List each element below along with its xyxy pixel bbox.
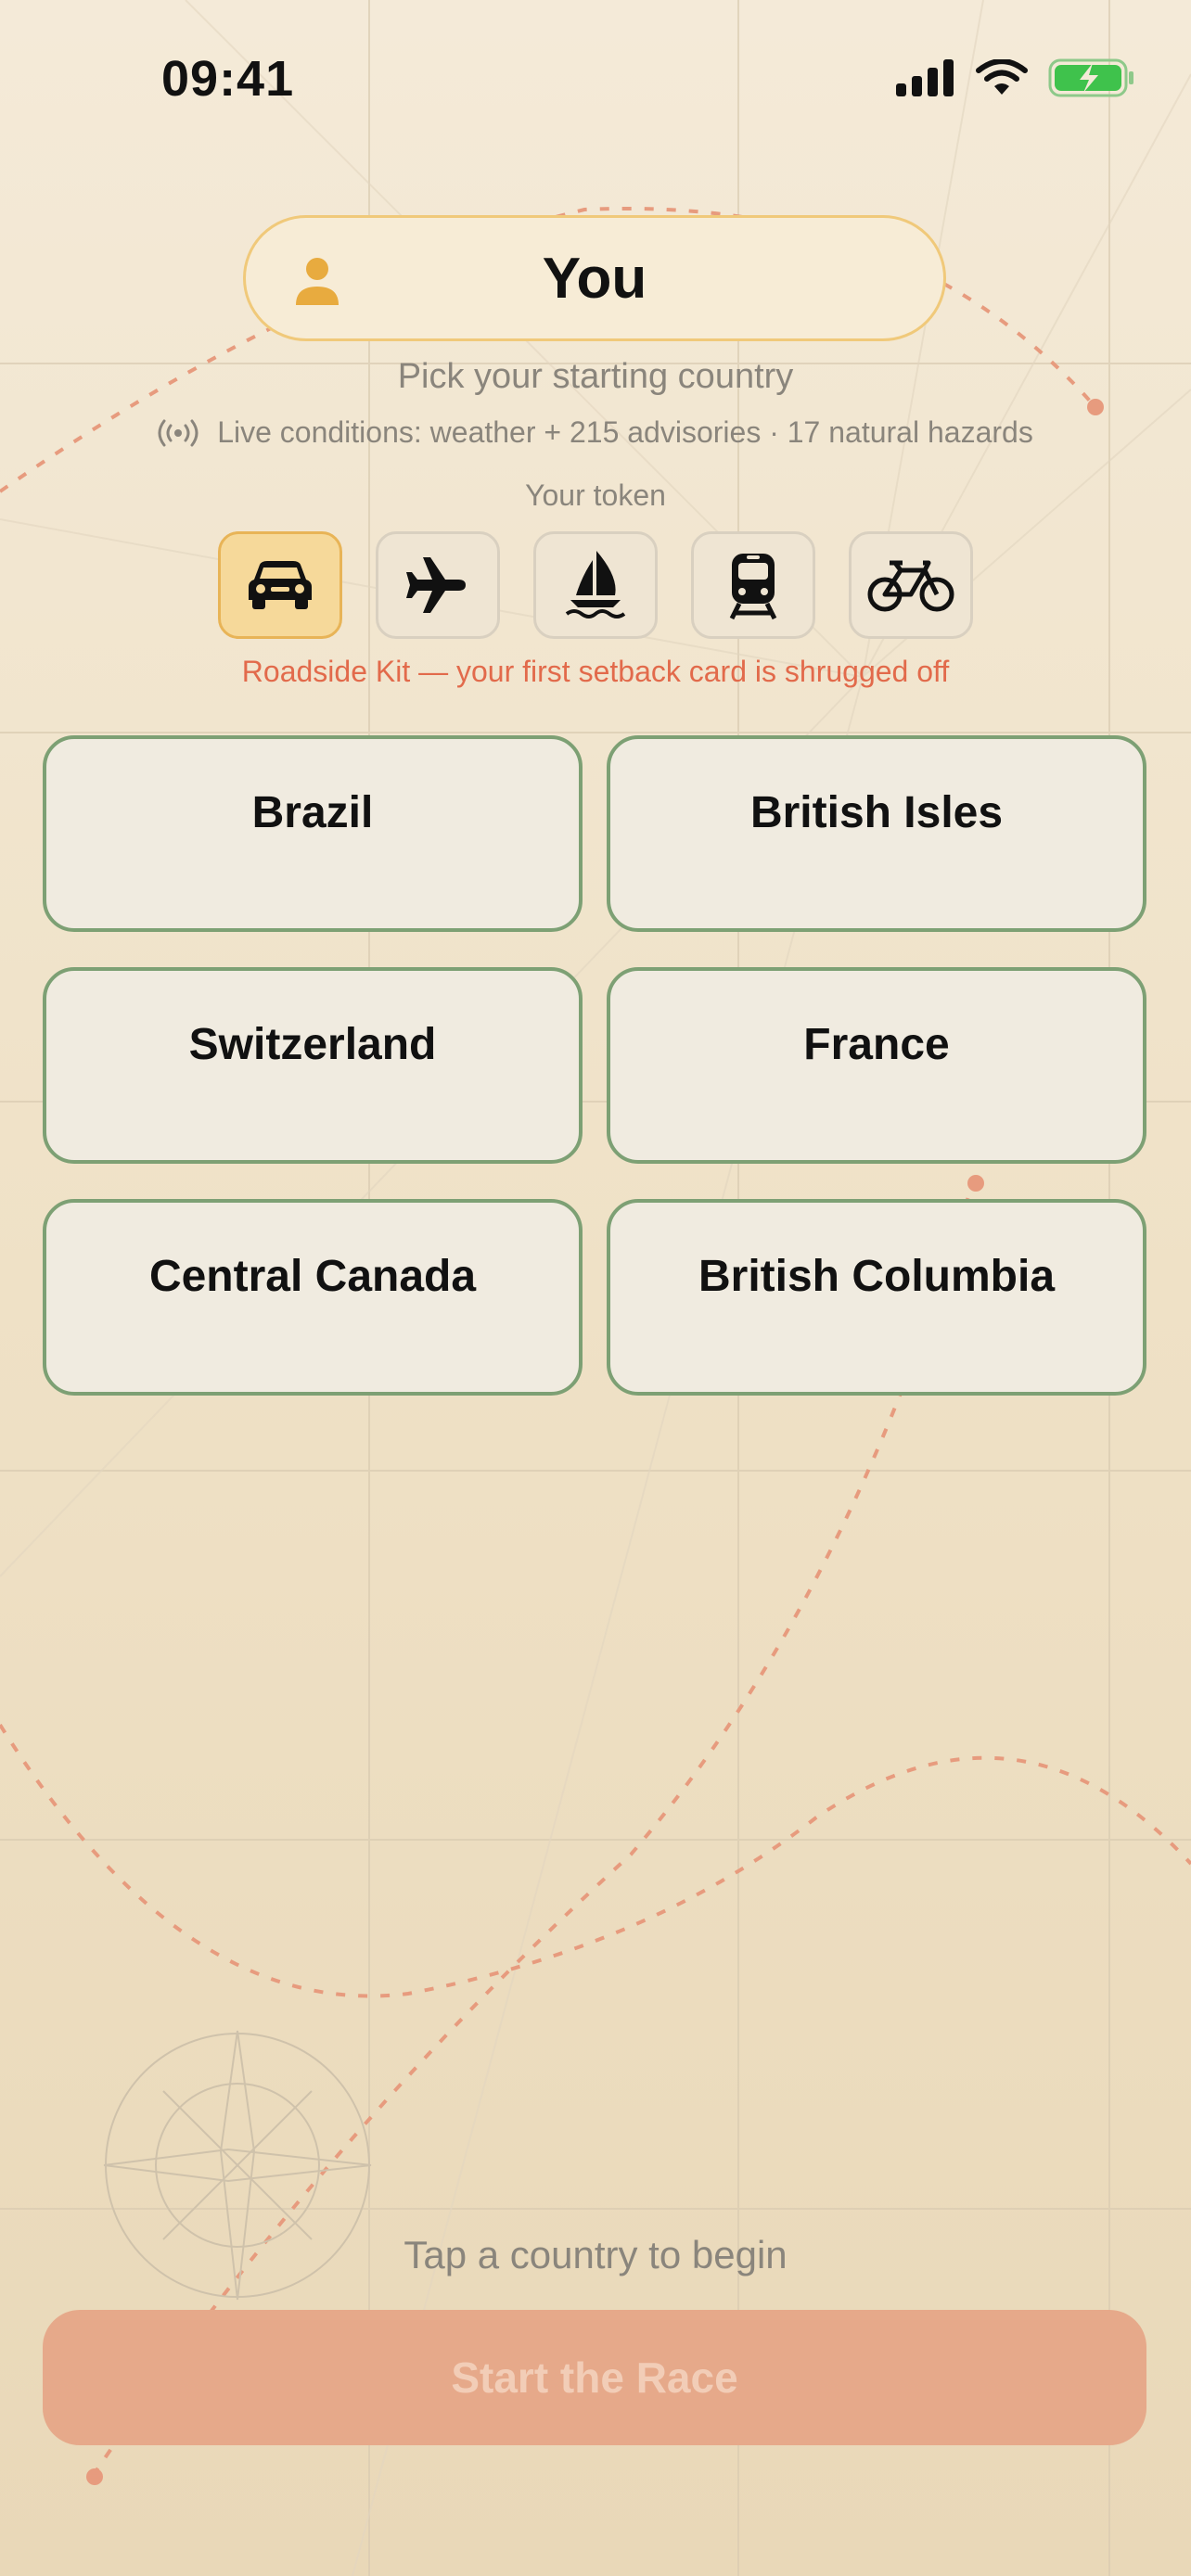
token-airplane[interactable] [376, 531, 500, 639]
train-icon [729, 554, 777, 620]
country-card-british-columbia[interactable]: British Columbia [607, 1199, 1146, 1396]
wifi-icon [976, 59, 1028, 95]
token-train[interactable] [691, 531, 815, 639]
airplane-icon [406, 557, 466, 613]
token-sailboat[interactable] [533, 531, 658, 639]
bicycle-icon [867, 560, 954, 612]
country-card-brazil[interactable]: Brazil [43, 735, 583, 932]
status-icons [896, 57, 1135, 98]
token-car[interactable] [218, 531, 342, 639]
token-bicycle[interactable] [849, 531, 973, 639]
signal-icon [896, 59, 954, 96]
broadcast-icon [158, 419, 198, 446]
person-icon [296, 258, 339, 305]
country-card-british-isles[interactable]: British Isles [607, 735, 1146, 932]
country-card-france[interactable]: France [607, 967, 1146, 1164]
status-time: 09:41 [161, 51, 295, 107]
battery-charging-icon [1048, 58, 1133, 97]
player-name: You [542, 246, 647, 311]
country-card-switzerland[interactable]: Switzerland [43, 967, 583, 1164]
live-conditions-text: Live conditions: weather + 215 advisorie… [217, 415, 1033, 449]
page-subtitle: Pick your starting country [397, 357, 794, 396]
sailboat-icon [565, 551, 626, 618]
start-race-button[interactable]: Start the Race [43, 2310, 1146, 2445]
country-card-central-canada[interactable]: Central Canada [43, 1199, 583, 1396]
car-icon [249, 561, 312, 609]
hint-text: Tap a country to begin [403, 2233, 788, 2276]
token-selector [218, 531, 973, 639]
player-name-pill[interactable]: You [243, 215, 946, 341]
token-perk-text: Roadside Kit — your first setback card i… [241, 655, 950, 688]
live-conditions: Live conditions: weather + 215 advisorie… [0, 415, 1191, 450]
country-grid: Brazil British Isles Switzerland France … [43, 735, 1146, 1396]
token-label: Your token [525, 478, 666, 512]
